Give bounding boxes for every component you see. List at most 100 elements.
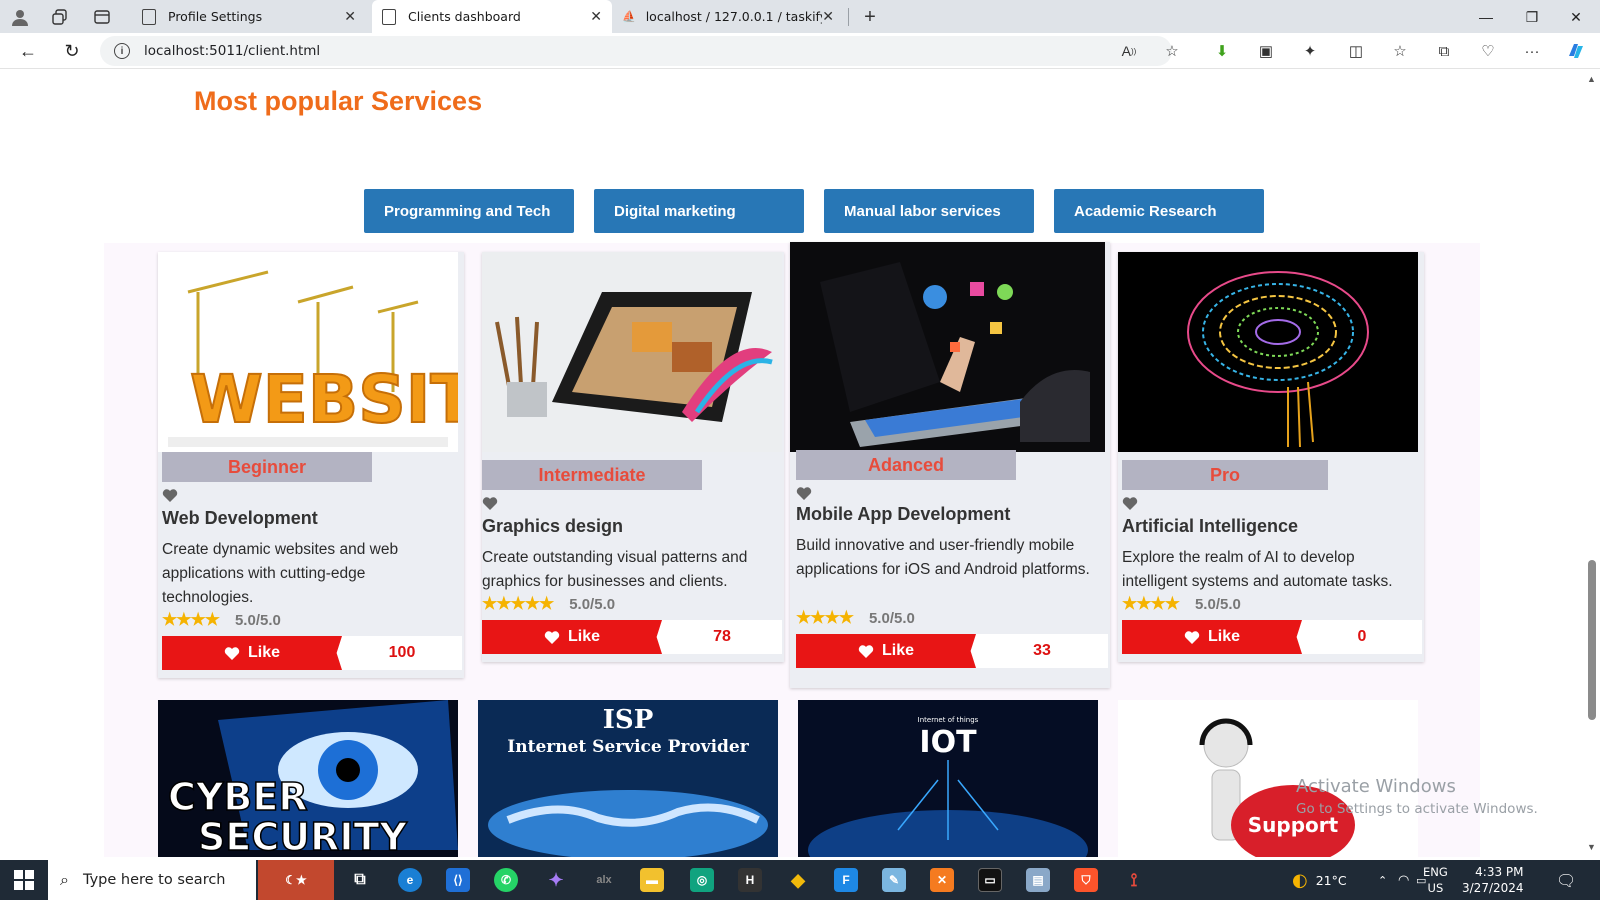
like-label: Like [247,644,280,661]
notifications-icon[interactable]: 🗨 [1556,860,1576,900]
like-count: 0 [1357,628,1367,645]
extensions-puzzle-icon[interactable]: ✦ [1298,39,1322,63]
rating: ★★★★ 5.0/5.0 [1122,594,1241,614]
back-icon[interactable]: ← [14,38,42,64]
scrollbar-thumb[interactable] [1588,560,1596,720]
app-window-icon[interactable]: ▤ [1026,868,1050,892]
temperature: 21°C [1315,872,1347,888]
favorites-icon[interactable]: ☆ [1388,39,1412,63]
workspaces-icon[interactable] [48,5,72,29]
show-hidden-icons[interactable]: ⌃ [1378,860,1387,900]
browser-toolbar: ← ↻ i localhost:5011/client.html A)) ☆ ⬇… [0,33,1600,69]
close-window-icon[interactable]: ✕ [1556,4,1596,30]
like-button[interactable]: Like [162,636,342,670]
heart-icon[interactable] [162,488,178,503]
split-screen-icon[interactable]: ◫ [1344,39,1368,63]
windows-taskbar: ⌕ Type here to search ☾★ ⧉ e ⟨⟩ ✆ ✦ alx … [0,860,1600,900]
whatsapp-icon[interactable]: ✆ [494,868,518,892]
address-bar[interactable]: i localhost:5011/client.html [100,36,1172,66]
download-extension-icon[interactable]: ⬇ [1210,39,1234,63]
refresh-icon[interactable]: ↻ [58,38,86,64]
binance-icon[interactable]: ◆ [786,868,810,892]
close-icon[interactable]: ✕ [822,9,834,25]
search-icon: ⌕ [60,870,69,889]
profile-icon[interactable] [8,5,32,29]
xampp-icon[interactable]: ✕ [930,868,954,892]
like-button[interactable]: Like [482,620,662,654]
level-badge: Pro [1122,460,1328,490]
edge-icon[interactable]: e [398,868,422,892]
language-indicator[interactable]: ENG US [1423,864,1448,896]
cyber-security-image: CYBER SECURITY [158,700,458,857]
scroll-up-icon[interactable]: ▲ [1587,74,1596,84]
iot-small-label: Internet of things [918,716,979,724]
clock[interactable]: 4:33 PM 3/27/2024 [1462,864,1524,896]
page-scrollbar[interactable]: ▲ ▼ [1584,70,1600,857]
tab-profile-settings[interactable]: Profile Settings ✕ [132,0,366,33]
app-h-icon[interactable]: H [738,868,762,892]
wifi-icon[interactable]: ◠ [1398,860,1409,900]
tab-label: Clients dashboard [408,9,521,24]
alx-icon[interactable]: alx [592,868,616,892]
card-title: Mobile App Development [796,504,1011,524]
favorite-star-icon[interactable]: ☆ [1160,39,1184,63]
like-button[interactable]: Like [796,634,976,668]
activate-windows-watermark: Activate Windows Go to Settings to activ… [1296,776,1538,817]
news-widget-icon[interactable]: ☾★ [258,860,334,900]
tab-phpmyadmin[interactable]: ⛵ localhost / 127.0.0.1 / taskify / pc ✕ [612,0,844,33]
phpmyadmin-icon: ⛵ [622,10,636,23]
category-programming-button[interactable]: Programming and Tech [364,189,574,233]
rating: ★★★★ 5.0/5.0 [796,608,915,628]
rating-value: 5.0/5.0 [234,611,281,629]
restore-icon[interactable]: ❐ [1512,4,1552,30]
rating: ★★★★★ 5.0/5.0 [482,594,615,614]
browser-essentials-icon[interactable]: ♡ [1476,39,1500,63]
minimize-icon[interactable]: — [1466,4,1506,30]
card-title: Web Development [162,508,318,528]
service-card: WEBSITE Beginner Web Development Create … [158,252,464,678]
category-manual-labor-button[interactable]: Manual labor services [824,189,1034,233]
read-aloud-icon[interactable]: A)) [1117,39,1141,63]
extension-icon[interactable]: ▣ [1254,39,1278,63]
heart-icon[interactable] [796,486,812,501]
file-explorer-icon[interactable]: ▬ [640,868,664,892]
new-tab-icon[interactable]: + [858,5,882,29]
taskbar-search[interactable]: ⌕ Type here to search [48,860,256,900]
heart-icon [1184,630,1200,644]
copilot-app-icon[interactable]: ✦ [544,868,568,892]
like-button[interactable]: Like [1122,620,1302,654]
iot-label: IOT [919,725,977,760]
tab-label: Profile Settings [168,9,263,24]
scroll-down-icon[interactable]: ▼ [1587,842,1596,852]
windows-start-icon[interactable] [14,870,34,890]
tab-actions-icon[interactable] [90,5,114,29]
app-notepad-icon[interactable]: ✎ [882,868,906,892]
service-card: Pro Artificial Intelligence Explore the … [1118,252,1424,662]
mobile-app-image [790,242,1105,452]
category-academic-research-button[interactable]: Academic Research [1054,189,1264,233]
svg-text:CYBER: CYBER [168,775,308,819]
git-app-icon[interactable]: ⟟ [1122,868,1146,892]
site-info-icon[interactable]: i [114,43,130,59]
tab-clients-dashboard[interactable]: Clients dashboard ✕ [372,0,612,33]
weather-widget[interactable]: ◐ 21°C [1292,860,1347,900]
vscode-icon[interactable]: ⟨⟩ [446,868,470,892]
more-menu-icon[interactable]: ··· [1520,39,1544,63]
page-icon [382,8,396,25]
collections-icon[interactable]: ⧉ [1432,39,1456,63]
close-icon[interactable]: ✕ [590,9,602,25]
task-view-icon[interactable]: ⧉ [348,868,372,892]
close-icon[interactable]: ✕ [344,9,356,25]
heart-icon[interactable] [1122,496,1138,511]
terminal-icon[interactable]: ▭ [978,868,1002,892]
heart-icon[interactable] [482,496,498,511]
brave-icon[interactable]: ⛉ [1074,868,1098,892]
level-badge: Beginner [162,452,372,482]
card-description: Create outstanding visual patterns and g… [482,549,748,590]
copilot-icon[interactable] [1564,39,1588,63]
page-icon [142,8,156,25]
weather-icon: ◐ [1292,869,1308,891]
app-blue-icon[interactable]: F [834,868,858,892]
category-digital-marketing-button[interactable]: Digital marketing [594,189,804,233]
chatgpt-icon[interactable]: ◎ [690,868,714,892]
